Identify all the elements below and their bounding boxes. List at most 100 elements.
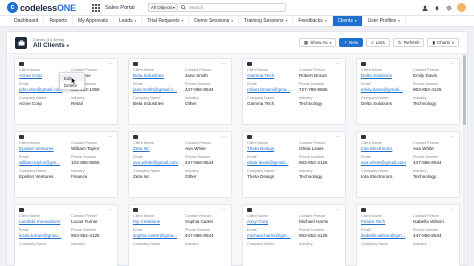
client-card[interactable]: ··· Client Name Lambda Innovations Contact …	[14, 204, 118, 266]
more-options-icon[interactable]: ···	[335, 61, 341, 66]
field-label: Industry	[413, 242, 427, 246]
field-value: Jane Smith	[185, 72, 208, 78]
field-value[interactable]: Delta Solutions	[361, 73, 413, 79]
more-options-icon[interactable]: ···	[107, 207, 113, 212]
client-card[interactable]: ···Client NameAcme CorpContact PersonJoh…	[14, 58, 118, 125]
field-value[interactable]: Gamma Tech	[247, 73, 299, 79]
avatar[interactable]	[457, 3, 466, 12]
field-value: Technology	[413, 173, 437, 179]
more-options-icon[interactable]: ···	[221, 207, 227, 212]
field-industry: Industry	[299, 242, 347, 255]
client-card[interactable]: ··· Client Name My Creations Contact Person…	[128, 204, 232, 266]
field-email: Email olivia.lewis@gmail...	[247, 155, 299, 168]
global-search-input[interactable]: Search	[178, 3, 286, 12]
brand-logo[interactable]: c codelessONE	[7, 2, 87, 13]
field-value[interactable]: jane.smith@gmail.c...	[133, 87, 185, 93]
field-value[interactable]: sophia.carter@gma...	[133, 233, 185, 239]
view-selector[interactable]: All Clients ▾	[33, 42, 69, 49]
field-value[interactable]: robert.brown@gma...	[247, 87, 299, 93]
apps-grid-icon[interactable]	[92, 3, 100, 12]
more-options-icon[interactable]: ···	[449, 207, 455, 212]
field-value[interactable]: Lambda Innovations	[19, 219, 71, 225]
field-email: Email emily.davis@gmail...	[361, 82, 413, 95]
more-options-icon[interactable]: ···	[335, 207, 341, 212]
search-scope-value: All Objects	[151, 5, 173, 10]
client-card[interactable]: ··· Client Name Iota Electronics Contact Pe…	[356, 131, 460, 198]
field-value[interactable]: michael.harris@gm...	[247, 233, 299, 239]
client-card[interactable]: ··· Client Name Gamma Tech Contact Person Ro…	[242, 58, 346, 125]
main-nav: Dashboard Reports My Approvals Leads ▾ Trial …	[0, 16, 474, 27]
search-scope-select[interactable]: All Objects ▾	[148, 3, 178, 12]
nav-item-demo-sessions[interactable]: Demo Sessions ▾	[189, 16, 239, 26]
client-card[interactable]: ··· Client Name Epsilon Ventures Contact Pe…	[14, 131, 118, 198]
field-label: Company Name	[247, 242, 275, 246]
nav-item-feedbacks[interactable]: Feedbacks ▾	[293, 16, 333, 26]
field-phone: Phone Number 447-856-8544	[413, 228, 461, 241]
client-card[interactable]: ··· Client Name Future Tech Contact Person I…	[356, 204, 460, 266]
field-label: Industry	[71, 242, 85, 246]
more-options-icon[interactable]: ···	[107, 134, 113, 139]
nav-item-training-sessions[interactable]: Training Sessions ▾	[239, 16, 294, 26]
more-options-icon[interactable]: ···	[449, 134, 455, 139]
nav-item-reports[interactable]: Reports	[44, 16, 73, 26]
nav-item-my-approvals[interactable]: My Approvals	[73, 16, 114, 26]
client-card[interactable]: ··· Client Name Beta Industries Contact Per…	[128, 58, 232, 125]
field-value: 102-855-8855	[71, 159, 100, 165]
field-value[interactable]: isabella.wilson@gm...	[361, 233, 413, 239]
show-as-button[interactable]: ▦ Show As ▾	[298, 38, 337, 47]
nav-item-clients[interactable]: Clients ▾	[332, 16, 363, 26]
client-card[interactable]: ··· Client Name Axxy Corp Contact Person Mic…	[242, 204, 346, 266]
lists-button[interactable]: ≡ Lists	[366, 38, 390, 47]
more-options-icon[interactable]: ···	[335, 134, 341, 139]
scrollbar[interactable]	[463, 55, 466, 265]
nav-item-leads[interactable]: Leads ▾	[114, 16, 143, 26]
field-value[interactable]: Theta Design	[247, 146, 299, 152]
field-value[interactable]: Epsilon Ventures	[19, 146, 71, 152]
more-options-icon[interactable]: ···	[221, 61, 227, 66]
field-value: Gamma Tech	[247, 100, 275, 106]
more-options-icon[interactable]: ···	[221, 134, 227, 139]
field-value[interactable]: Axxy Corp	[247, 219, 299, 225]
field-value[interactable]: emily.davis@gmail...	[361, 87, 413, 93]
nav-item-dashboard[interactable]: Dashboard	[9, 16, 45, 26]
client-card[interactable]: ··· Client Name Theta Design Contact Person…	[242, 131, 346, 198]
chevron-down-icon: ▾	[285, 19, 288, 23]
field-email: Email michael.harris@gm...	[247, 228, 299, 241]
field-client-name: Client Name Beta Industries	[133, 68, 185, 81]
field-value[interactable]: Beta Industries	[133, 73, 185, 79]
field-value[interactable]: ava.white@gmail.com	[361, 160, 413, 166]
field-phone: Phone Number 447-856-8544	[413, 155, 461, 168]
field-value[interactable]: lucas.turner@gmai...	[19, 233, 71, 239]
refresh-button[interactable]: ↻ Refresh	[392, 38, 425, 47]
briefcase-icon	[133, 134, 138, 139]
nav-item-user-profiles[interactable]: User Profiles ▾	[363, 16, 407, 26]
settings-icon[interactable]	[445, 4, 452, 11]
field-value: Zeta Inc	[133, 173, 150, 179]
briefcase-icon	[247, 61, 252, 66]
field-value[interactable]: william.taylor@gm...	[19, 160, 71, 166]
field-value[interactable]: My Creations	[133, 219, 185, 225]
new-button[interactable]: + New	[339, 38, 364, 47]
client-card[interactable]: ··· Client Name Delta Solutions Contact Per…	[356, 58, 460, 125]
field-value: Theta Design	[247, 173, 275, 179]
field-value[interactable]: Zeta Inc	[133, 146, 185, 152]
field-value[interactable]: olivia.lewis@gmail...	[247, 160, 299, 166]
briefcase-icon	[19, 134, 24, 139]
nav-item-label: Clients	[337, 18, 353, 24]
bell-icon[interactable]	[433, 4, 440, 11]
field-company: Company Name	[247, 242, 299, 255]
field-value[interactable]: Future Tech	[361, 219, 413, 225]
more-options-icon[interactable]: ···	[107, 61, 113, 66]
field-industry: Industry Other	[185, 96, 233, 109]
chevron-down-icon: ▾	[134, 19, 137, 23]
more-options-icon[interactable]: ···	[449, 61, 455, 66]
field-contact-person: Contact Person Robert Brown	[299, 68, 347, 81]
nav-item-trial-requests[interactable]: Trial Requests ▾	[142, 16, 190, 26]
client-card[interactable]: ··· Client Name Zeta Inc Contact Person Ava …	[128, 131, 232, 198]
field-value[interactable]: Iota Electronics	[361, 146, 413, 152]
charts-button[interactable]: ▮ Charts ▾	[427, 38, 459, 47]
user-icon[interactable]	[421, 4, 428, 11]
field-value[interactable]: ava.white@gmail.com	[133, 160, 185, 166]
field-email: Email isabella.wilson@gm...	[361, 228, 413, 241]
field-value: 447-856-8544	[185, 159, 214, 165]
